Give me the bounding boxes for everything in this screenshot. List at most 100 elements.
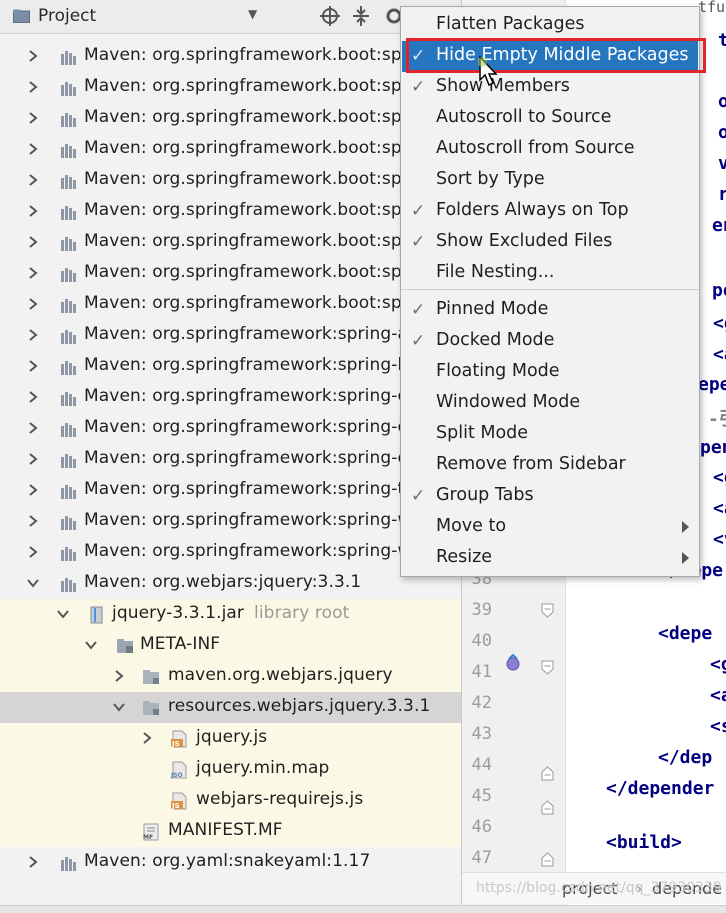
tree-row[interactable]: Maven: org.springframework.boot:spri	[0, 289, 461, 320]
tree-row-text: Maven: org.springframework.boot:spri	[84, 138, 414, 158]
code-fragment: <a	[713, 498, 726, 519]
fold-marker-icon[interactable]	[541, 766, 554, 781]
expand-arrow-icon[interactable]	[26, 420, 40, 436]
tree-row[interactable]: Maven: org.springframework:spring-w	[0, 506, 461, 537]
expand-arrow-icon[interactable]	[26, 296, 40, 312]
fold-marker-icon[interactable]	[541, 800, 554, 815]
tree-row-label: Maven: org.springframework.boot:spri	[84, 76, 414, 96]
tree-row[interactable]: Maven: org.springframework:spring-te	[0, 475, 461, 506]
tree-row[interactable]: resources.webjars.jquery.3.3.1	[0, 692, 461, 723]
menu-item-label: Pinned Mode	[436, 299, 549, 319]
expand-arrow-icon[interactable]	[112, 668, 126, 684]
menu-item-group-tabs[interactable]: ✓ Group Tabs	[402, 481, 698, 512]
collapse-all-icon[interactable]	[349, 4, 373, 28]
menu-item-docked-mode[interactable]: ✓ Docked Mode	[402, 326, 698, 357]
library-icon	[60, 358, 78, 376]
expand-arrow-icon[interactable]	[26, 141, 40, 157]
tree-row[interactable]: Maven: org.springframework.boot:spri	[0, 227, 461, 258]
line-number: 45	[471, 786, 492, 806]
menu-item-show-members[interactable]: ✓ Show Members	[402, 72, 698, 103]
tree-row-label: maven.org.webjars.jquery	[168, 665, 393, 685]
menu-item-autoscroll-from-source[interactable]: Autoscroll from Source	[402, 134, 698, 165]
code-fragment: <depe	[658, 623, 713, 644]
tree-row[interactable]: Maven: org.springframework:spring-co	[0, 413, 461, 444]
menu-item-split-mode[interactable]: Split Mode	[402, 419, 698, 450]
fold-marker-icon[interactable]	[541, 660, 554, 675]
expand-arrow-icon[interactable]	[26, 327, 40, 343]
expand-arrow-icon[interactable]	[26, 854, 40, 870]
tree-row-text: Maven: org.springframework:spring-co	[84, 417, 418, 437]
expand-arrow-icon[interactable]	[26, 482, 40, 498]
menu-item-remove-from-sidebar[interactable]: Remove from Sidebar	[402, 450, 698, 481]
library-icon	[60, 265, 78, 283]
expand-arrow-icon[interactable]	[140, 730, 154, 746]
menu-item-autoscroll-to-source[interactable]: Autoscroll to Source	[402, 103, 698, 134]
menu-item-resize[interactable]: Resize	[402, 543, 698, 574]
menu-item-windowed-mode[interactable]: Windowed Mode	[402, 388, 698, 419]
expand-arrow-icon[interactable]	[26, 265, 40, 281]
menu-item-pinned-mode[interactable]: ✓ Pinned Mode	[402, 295, 698, 326]
tree-row[interactable]: JS jquery.js	[0, 723, 461, 754]
tree-row-label: Maven: org.springframework.boot:spri	[84, 293, 414, 313]
menu-item-floating-mode[interactable]: Floating Mode	[402, 357, 698, 388]
tree-row[interactable]: Maven: org.springframework:spring-w	[0, 537, 461, 568]
tree-row[interactable]: Maven: org.springframework:spring-co	[0, 382, 461, 413]
tree-row[interactable]: Maven: org.springframework.boot:spri	[0, 41, 461, 72]
menu-item-show-excluded-files[interactable]: ✓ Show Excluded Files	[402, 227, 698, 258]
tree-row[interactable]: Maven: org.springframework:spring-ac	[0, 320, 461, 351]
code-fragment: <g	[713, 313, 726, 334]
annotation-highlight-box	[406, 38, 706, 73]
tree-row[interactable]: Maven: org.springframework:spring-ex	[0, 444, 461, 475]
expand-arrow-icon[interactable]	[26, 79, 40, 95]
locate-icon[interactable]	[318, 4, 342, 28]
menu-item-folders-always-on-top[interactable]: ✓ Folders Always on Top	[402, 196, 698, 227]
tree-row[interactable]: Maven: org.springframework:spring-be	[0, 351, 461, 382]
expand-arrow-icon[interactable]	[26, 513, 40, 529]
expand-arrow-icon[interactable]	[26, 389, 40, 405]
tree-row[interactable]: Maven: org.yaml:snakeyaml:1.17	[0, 847, 461, 878]
menu-item-sort-by-type[interactable]: Sort by Type	[402, 165, 698, 196]
library-icon	[60, 451, 78, 469]
tree-row[interactable]: JSO jquery.min.map	[0, 754, 461, 785]
collapse-arrow-icon[interactable]	[84, 637, 98, 653]
override-marker-icon[interactable]	[505, 654, 521, 672]
menu-item-move-to[interactable]: Move to	[402, 512, 698, 543]
tree-row[interactable]: Maven: org.springframework.boot:spri	[0, 258, 461, 289]
menu-item-flatten-packages[interactable]: Flatten Packages	[402, 10, 698, 41]
expand-arrow-icon[interactable]	[26, 172, 40, 188]
collapse-arrow-icon[interactable]	[56, 606, 70, 622]
tree-row[interactable]: maven.org.webjars.jquery	[0, 661, 461, 692]
tree-row[interactable]: Maven: org.springframework.boot:spri	[0, 196, 461, 227]
line-number: 40	[471, 631, 492, 651]
expand-arrow-icon[interactable]	[26, 451, 40, 467]
view-dropdown-icon[interactable]: ▼	[248, 7, 257, 21]
tree-row[interactable]: META-INF	[0, 630, 461, 661]
menu-item-label: Show Members	[436, 76, 570, 96]
expand-arrow-icon[interactable]	[26, 544, 40, 560]
tree-row[interactable]: JS webjars-requirejs.js	[0, 785, 461, 816]
expand-arrow-icon[interactable]	[26, 203, 40, 219]
tree-row[interactable]: Maven: org.springframework.boot:spri	[0, 134, 461, 165]
expand-arrow-icon[interactable]	[26, 358, 40, 374]
tree-row-text: Maven: org.springframework.boot:spri	[84, 76, 414, 96]
tree-row[interactable]: Maven: org.springframework.boot:spri	[0, 165, 461, 196]
tree-row[interactable]: MF MANIFEST.MF	[0, 816, 461, 847]
fold-marker-icon[interactable]	[541, 603, 554, 618]
code-fragment: <g	[710, 654, 726, 675]
expand-arrow-icon[interactable]	[26, 110, 40, 126]
collapse-arrow-icon[interactable]	[112, 699, 126, 715]
collapse-arrow-icon[interactable]	[26, 575, 40, 591]
tree-row[interactable]: jquery-3.3.1.jar library root	[0, 599, 461, 630]
panel-title[interactable]: Project	[38, 6, 96, 26]
status-bar	[0, 905, 726, 913]
tree-row[interactable]: Maven: org.springframework.boot:spri	[0, 103, 461, 134]
checkmark-icon: ✓	[411, 201, 426, 221]
tree-row[interactable]: Maven: org.webjars:jquery:3.3.1	[0, 568, 461, 599]
menu-item-file-nesting[interactable]: File Nesting...	[402, 258, 698, 289]
tree-row-text: Maven: org.springframework:spring-te	[84, 479, 415, 499]
expand-arrow-icon[interactable]	[26, 234, 40, 250]
fold-marker-icon[interactable]	[541, 852, 554, 867]
tree-row[interactable]: Maven: org.springframework.boot:spri	[0, 72, 461, 103]
library-icon	[60, 575, 78, 593]
expand-arrow-icon[interactable]	[26, 48, 40, 64]
